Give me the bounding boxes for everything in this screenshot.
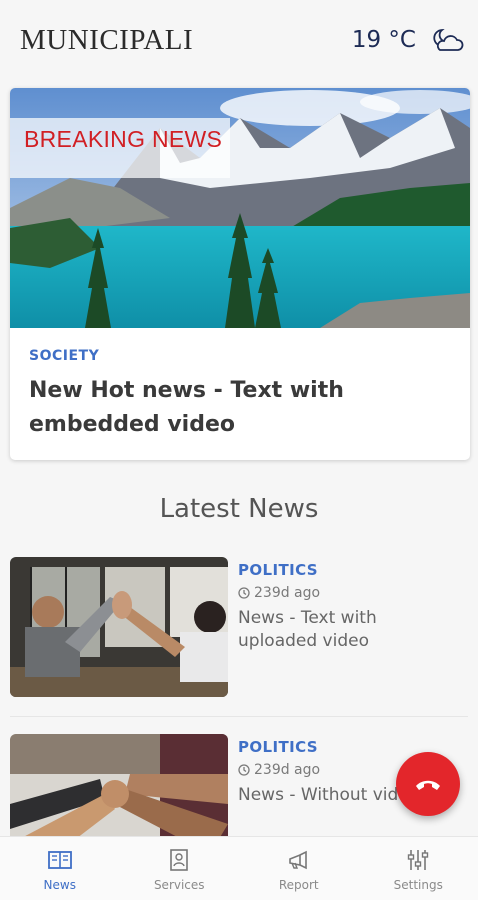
news-timestamp: 239d ago — [238, 585, 320, 601]
hero-category[interactable]: SOCIETY — [29, 348, 99, 364]
sliders-icon — [408, 850, 429, 870]
nav-label: News — [43, 878, 76, 892]
emergency-call-button[interactable] — [396, 752, 460, 816]
news-time-text: 239d ago — [254, 762, 321, 778]
temperature: 19 °C — [351, 27, 416, 53]
nav-label: Settings — [393, 878, 443, 892]
megaphone-icon — [288, 850, 307, 870]
nav-label: Report — [278, 878, 319, 892]
team-high-five-photo — [10, 557, 228, 697]
clock-icon — [238, 587, 250, 599]
news-timestamp: 239d ago — [238, 762, 320, 778]
nav-item-services[interactable]: Services — [120, 837, 240, 900]
news-category[interactable]: POLITICS — [238, 738, 318, 756]
partly-cloudy-night-icon — [433, 29, 464, 51]
bottom-navigation: News Services Report Settings — [0, 836, 478, 900]
phone-hangup-icon — [416, 780, 440, 790]
divider — [10, 716, 468, 717]
hero-headline[interactable]: New Hot news - Text with embedded video — [29, 374, 449, 442]
nav-item-settings[interactable]: Settings — [359, 837, 478, 900]
contact-card-icon — [170, 849, 189, 871]
weather-widget[interactable]: 19 °C — [352, 26, 464, 54]
news-time-text: 239d ago — [254, 585, 321, 601]
latest-news-heading: Latest News — [159, 494, 319, 524]
app-header: MUNICIPALI 19 °C — [0, 0, 478, 82]
newspaper-icon — [47, 851, 72, 869]
news-category[interactable]: POLITICS — [238, 561, 318, 579]
nav-item-news[interactable]: News — [0, 837, 120, 900]
nav-item-report[interactable]: Report — [239, 837, 359, 900]
brand-title: MUNICIPALI — [20, 24, 194, 56]
breaking-news-badge: BREAKING NEWS — [10, 118, 230, 178]
featured-news-card[interactable]: BREAKING NEWS SOCIETY New Hot news - Tex… — [10, 88, 470, 460]
clock-icon — [238, 764, 250, 776]
nav-label: Services — [153, 878, 205, 892]
news-list-item[interactable]: POLITICS 239d ago News - Text with uploa… — [10, 557, 470, 707]
news-headline[interactable]: News - Text with uploaded video — [238, 607, 458, 653]
